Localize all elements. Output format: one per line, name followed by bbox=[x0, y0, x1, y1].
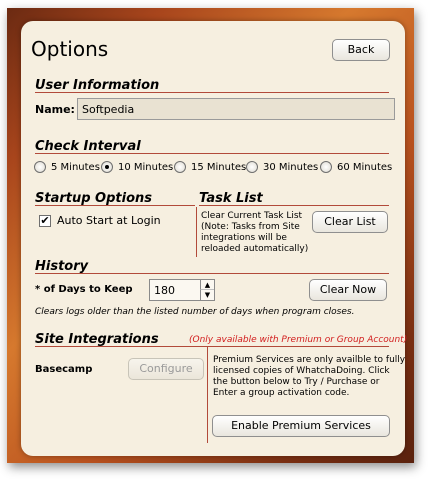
stepper-up-icon[interactable]: ▲ bbox=[200, 280, 214, 290]
history-note: Clears logs older than the listed number… bbox=[35, 307, 355, 317]
options-panel: Options Back User Information Name: Soft… bbox=[21, 21, 408, 456]
interval-15-radio[interactable] bbox=[174, 161, 186, 173]
check-interval-heading: Check Interval bbox=[35, 139, 141, 154]
interval-15-label[interactable]: 15 Minutes bbox=[191, 162, 246, 174]
interval-30-radio[interactable] bbox=[246, 161, 258, 173]
interval-5-radio[interactable] bbox=[34, 161, 46, 173]
task-list-desc-2: (Note: Tasks from Site bbox=[201, 222, 300, 232]
days-to-keep-value[interactable]: 180 bbox=[154, 284, 175, 297]
premium-desc-1: Premium Services are only availble to fu… bbox=[213, 355, 406, 365]
page-title: Options bbox=[31, 37, 109, 61]
premium-desc-2: licensed copies of WhatchaDoing. Click bbox=[213, 366, 390, 376]
startup-options-rule bbox=[35, 205, 195, 206]
clear-now-button[interactable]: Clear Now bbox=[309, 279, 387, 301]
back-button[interactable]: Back bbox=[332, 39, 390, 61]
name-input[interactable]: Softpedia bbox=[77, 98, 395, 120]
history-rule bbox=[35, 273, 389, 274]
auto-start-checkbox[interactable]: ✔ bbox=[39, 215, 51, 227]
premium-desc-3: the button below to Try / Purchase or bbox=[213, 377, 380, 387]
history-heading: History bbox=[35, 259, 89, 274]
premium-desc-4: Enter a group activation code. bbox=[213, 388, 350, 398]
clear-list-button[interactable]: Clear List bbox=[312, 211, 388, 233]
interval-10-radio[interactable] bbox=[101, 161, 113, 173]
user-information-rule bbox=[35, 92, 389, 93]
options-window: Options Back User Information Name: Soft… bbox=[7, 8, 414, 463]
interval-30-label[interactable]: 30 Minutes bbox=[263, 162, 318, 174]
check-interval-rule bbox=[35, 153, 389, 154]
enable-premium-services-button[interactable]: Enable Premium Services bbox=[212, 415, 390, 437]
site-integrations-divider bbox=[207, 347, 208, 443]
stepper-down-icon[interactable]: ▼ bbox=[200, 290, 214, 300]
interval-60-label[interactable]: 60 Minutes bbox=[337, 162, 392, 174]
site-integrations-heading: Site Integrations bbox=[35, 332, 159, 347]
task-list-desc-4: reloaded automatically) bbox=[201, 244, 309, 254]
startup-options-heading: Startup Options bbox=[35, 191, 153, 206]
task-list-desc-1: Clear Current Task List bbox=[201, 211, 303, 221]
name-label: Name: bbox=[35, 103, 75, 116]
configure-button[interactable]: Configure bbox=[128, 358, 204, 380]
task-list-heading: Task List bbox=[199, 191, 263, 206]
basecamp-label: Basecamp bbox=[35, 364, 93, 375]
availability-note: (Only available with Premium or Group Ac… bbox=[189, 335, 408, 345]
task-list-divider bbox=[196, 207, 197, 257]
user-information-heading: User Information bbox=[35, 78, 160, 93]
task-list-desc-3: integrations will be bbox=[201, 233, 287, 243]
interval-5-label[interactable]: 5 Minutes bbox=[51, 162, 100, 174]
days-to-keep-label: * of Days to Keep bbox=[35, 284, 133, 295]
auto-start-label[interactable]: Auto Start at Login bbox=[57, 215, 161, 227]
days-to-keep-stepper[interactable]: 180 ▲ ▼ bbox=[149, 279, 215, 301]
interval-60-radio[interactable] bbox=[320, 161, 332, 173]
site-integrations-rule bbox=[35, 346, 389, 347]
task-list-rule bbox=[199, 205, 389, 206]
interval-10-label[interactable]: 10 Minutes bbox=[118, 162, 173, 174]
